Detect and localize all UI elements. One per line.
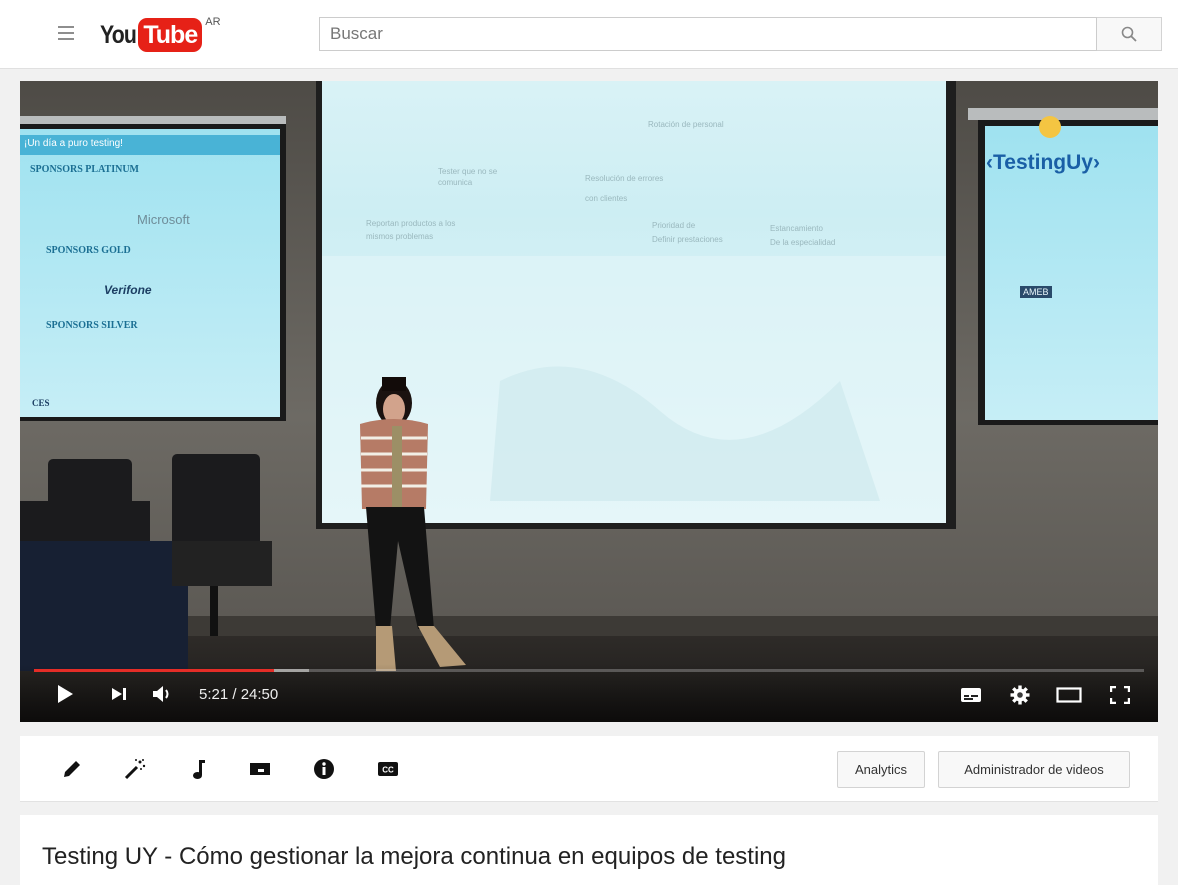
logo-you-text: You — [100, 21, 137, 49]
country-code: AR — [205, 16, 221, 28]
masthead: You Tube AR — [0, 0, 1178, 69]
time-display: 5:21 / 24:50 — [199, 686, 279, 703]
video-title: Testing UY - Cómo gestionar la mejora co… — [42, 843, 786, 870]
magic-wand-icon — [124, 759, 146, 780]
play-button[interactable] — [53, 682, 77, 706]
svg-text:comunica: comunica — [438, 178, 473, 187]
left-screen-gold-logo: Verifone — [104, 283, 152, 297]
analytics-button[interactable]: Analytics — [837, 751, 925, 788]
video-info: Testing UY - Cómo gestionar la mejora co… — [20, 815, 1158, 885]
subtitles-icon — [961, 688, 981, 702]
music-note-icon — [193, 760, 205, 779]
left-screen-platinum: SPONSORS PLATINUM — [30, 164, 139, 175]
youtube-logo[interactable]: You Tube AR — [100, 16, 221, 52]
left-screen-silver: SPONSORS SILVER — [46, 320, 138, 331]
player-controls: 5:21 / 24:50 — [20, 664, 1158, 722]
svg-text:mismos problemas: mismos problemas — [366, 232, 433, 241]
settings-button[interactable] — [1008, 683, 1032, 707]
search-input[interactable] — [319, 17, 1097, 51]
right-screen-badge: AMEB — [1020, 286, 1052, 298]
volume-icon — [153, 686, 169, 702]
svg-text:De la especialidad: De la especialidad — [770, 238, 835, 247]
video-frame[interactable]: Rotación de personal Tester que no se co… — [20, 81, 1158, 722]
svg-text:CC: CC — [382, 766, 394, 775]
search-button[interactable] — [1097, 17, 1162, 51]
info-icon — [314, 759, 334, 779]
svg-text:Tester que no se: Tester que no se — [438, 167, 498, 176]
theater-mode-button[interactable] — [1054, 683, 1084, 707]
cc-icon: CC — [378, 762, 398, 776]
next-button[interactable] — [108, 684, 130, 704]
fullscreen-button[interactable] — [1108, 683, 1132, 707]
enhancements-button[interactable] — [122, 756, 148, 782]
next-icon — [112, 688, 126, 700]
left-screen-platinum-logo: Microsoft — [137, 212, 190, 227]
svg-text:con clientes: con clientes — [585, 194, 627, 203]
svg-text:Rotación de personal: Rotación de personal — [648, 120, 724, 129]
theater-mode-icon — [1056, 687, 1082, 703]
left-screen-gold: SPONSORS GOLD — [46, 245, 131, 256]
progress-bar[interactable] — [34, 669, 1144, 672]
svg-text:Estancamiento: Estancamiento — [770, 224, 823, 233]
settings-gear-icon — [1010, 685, 1030, 705]
hamburger-menu-icon[interactable] — [58, 26, 74, 40]
annotations-icon — [250, 763, 270, 775]
annotations-button[interactable] — [247, 756, 273, 782]
video-manager-button[interactable]: Administrador de videos — [938, 751, 1130, 788]
subtitles-button[interactable] — [958, 684, 984, 706]
play-icon — [58, 685, 73, 703]
progress-played — [34, 669, 274, 672]
left-screen-header: ¡Un día a puro testing! — [24, 138, 123, 149]
volume-button[interactable] — [150, 684, 176, 704]
creator-toolbar: CC Analytics Administrador de videos — [20, 736, 1158, 802]
svg-text:Definir prestaciones: Definir prestaciones — [652, 235, 723, 244]
edit-button[interactable] — [59, 756, 85, 782]
logo-tube-text: Tube — [138, 18, 203, 52]
subtitles-cc-button[interactable]: CC — [375, 756, 401, 782]
svg-text:Resolución de errores: Resolución de errores — [585, 174, 663, 183]
fullscreen-icon — [1110, 686, 1130, 704]
search-icon — [1121, 26, 1137, 42]
info-button[interactable] — [311, 756, 337, 782]
svg-text:Prioridad de: Prioridad de — [652, 221, 696, 230]
svg-text:Reportan productos a los: Reportan productos a los — [366, 219, 455, 228]
video-player[interactable]: Rotación de personal Tester que no se co… — [20, 81, 1158, 722]
right-screen-brand: ‹TestingUy› — [986, 151, 1100, 174]
left-screen-footer-logo: CES — [32, 398, 50, 408]
pencil-icon — [64, 761, 80, 777]
audio-button[interactable] — [186, 756, 212, 782]
